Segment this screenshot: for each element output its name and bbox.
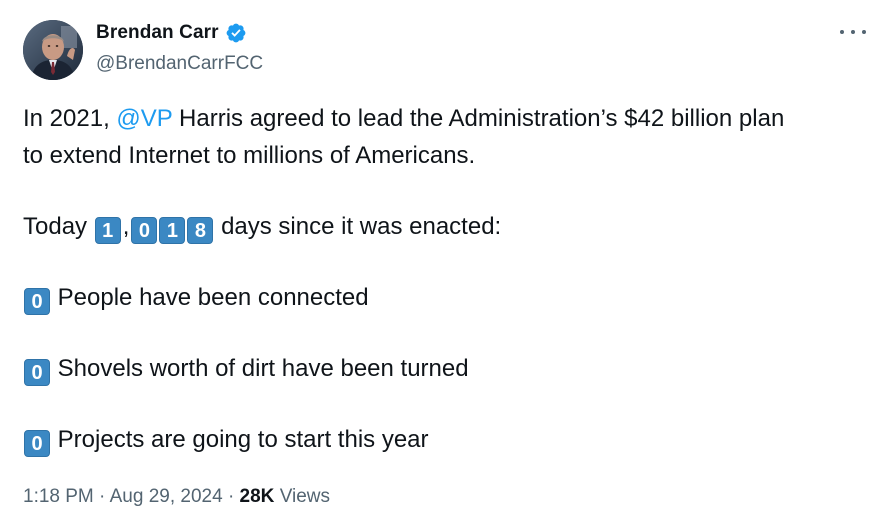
keycap-zero: 0: [24, 430, 50, 457]
tweet-line-2: to extend Internet to millions of Americ…: [23, 142, 476, 169]
author-name[interactable]: Brendan Carr: [96, 22, 219, 44]
digit-separator: ,: [122, 213, 130, 240]
stat-text: People have been connected: [57, 284, 369, 311]
stat-line-shovels: 0 Shovels worth of dirt have been turned: [23, 350, 873, 387]
meta-separator: ·: [99, 486, 106, 507]
timestamp-time[interactable]: 1:18 PM: [23, 486, 94, 507]
days-suffix: days since it was enacted:: [221, 213, 502, 240]
keycap-digit: 1: [159, 217, 186, 244]
verified-badge-icon[interactable]: [225, 22, 247, 44]
stat-line-people: 0 People have been connected: [23, 279, 873, 316]
author-handle[interactable]: @BrendanCarrFCC: [96, 53, 263, 75]
tweet-text-segment: Harris agreed to lead the Administration…: [172, 105, 785, 132]
views-label: Views: [279, 486, 331, 507]
tweet-text: In 2021, @VP Harris agreed to lead the A…: [23, 100, 873, 458]
author-row: Brendan Carr: [96, 22, 247, 44]
stat-text: Shovels worth of dirt have been turned: [57, 355, 469, 382]
today-label: Today: [23, 213, 88, 240]
tweet-line-1: In 2021, @VP Harris agreed to lead the A…: [23, 100, 873, 137]
views-count[interactable]: 28K: [240, 486, 275, 507]
meta-separator: ·: [227, 486, 235, 507]
mention-link[interactable]: @VP: [116, 105, 172, 132]
keycap-digit: 0: [131, 217, 158, 244]
tweet-meta: 1:18 PM · Aug 29, 2024 · 28K Views: [23, 486, 330, 508]
stat-text: Projects are going to start this year: [57, 426, 429, 453]
avatar-image: [23, 20, 83, 80]
keycap-digit: 1: [94, 217, 121, 244]
keycap-zero: 0: [24, 359, 50, 386]
tweet-card: Brendan Carr @BrendanCarrFCC In 2021, @V…: [0, 0, 892, 532]
avatar[interactable]: [23, 20, 83, 80]
days-counter-line: Today 1,018 days since it was enacted:: [23, 208, 873, 245]
stat-line-projects: 0 Projects are going to start this year: [23, 421, 873, 458]
tweet-text-segment: In 2021,: [23, 105, 117, 132]
timestamp-date[interactable]: Aug 29, 2024: [110, 486, 223, 507]
more-options-icon[interactable]: [840, 22, 866, 42]
keycap-zero: 0: [24, 288, 50, 315]
keycap-digit: 8: [187, 217, 214, 244]
